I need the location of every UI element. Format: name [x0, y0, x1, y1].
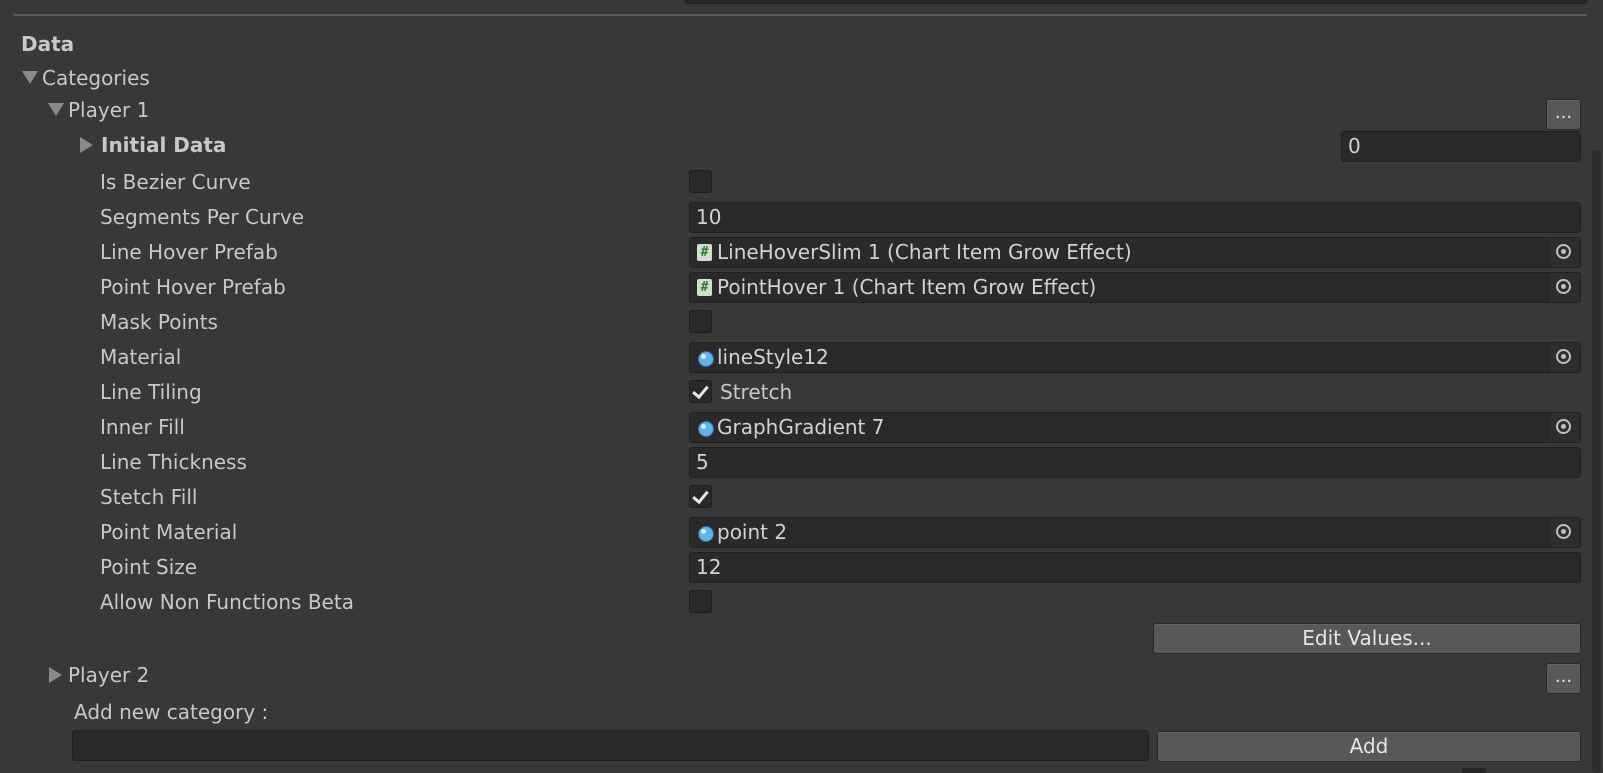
inner-fill-value: GraphGradient 7	[717, 415, 885, 439]
scrollbar-thumb[interactable]	[1592, 150, 1601, 773]
previous-field	[685, 0, 1587, 4]
line-tiling-value: Stretch	[720, 380, 793, 404]
inner-fill-label: Inner Fill	[100, 415, 185, 439]
allow-non-functions-beta-checkbox[interactable]	[689, 590, 712, 613]
material-icon	[698, 351, 714, 367]
point-hover-prefab-value: PointHover 1 (Chart Item Grow Effect)	[717, 275, 1097, 299]
section-separator	[14, 14, 1587, 16]
is-bezier-curve-label: Is Bezier Curve	[100, 170, 251, 194]
foldout-expanded-icon	[22, 71, 38, 84]
categories-label: Categories	[42, 66, 150, 90]
edit-values-button[interactable]: Edit Values...	[1153, 623, 1581, 654]
checkmark-icon	[692, 381, 709, 400]
initial-data-size-field[interactable]: 0	[1341, 131, 1581, 162]
line-tiling-label: Line Tiling	[100, 380, 202, 404]
allow-non-functions-beta-label: Allow Non Functions Beta	[100, 590, 354, 614]
object-picker-button[interactable]	[1548, 273, 1580, 302]
point-material-label: Point Material	[100, 520, 238, 544]
object-picker-button[interactable]	[1548, 238, 1580, 267]
add-new-category-label: Add new category :	[74, 700, 269, 724]
foldout-collapsed-icon	[80, 137, 93, 153]
new-category-input[interactable]	[72, 730, 1149, 761]
foldout-expanded-icon	[48, 103, 64, 116]
line-hover-prefab-label: Line Hover Prefab	[100, 240, 278, 264]
point-material-value: point 2	[717, 520, 788, 544]
line-thickness-field[interactable]: 5	[689, 447, 1581, 478]
segments-per-curve-field[interactable]: 10	[689, 202, 1581, 233]
player1-label: Player 1	[68, 98, 150, 122]
material-icon	[698, 526, 714, 542]
player2-menu-button[interactable]: ...	[1546, 663, 1581, 694]
checkmark-icon	[692, 486, 709, 505]
material-field[interactable]: lineStyle12	[689, 342, 1581, 373]
player2-label: Player 2	[68, 663, 150, 687]
mask-points-checkbox[interactable]	[689, 310, 712, 333]
line-hover-prefab-field[interactable]: # LineHoverSlim 1 (Chart Item Grow Effec…	[689, 237, 1581, 268]
player1-foldout[interactable]: Player 1	[46, 98, 176, 124]
line-thickness-label: Line Thickness	[100, 450, 247, 474]
line-hover-prefab-value: LineHoverSlim 1 (Chart Item Grow Effect)	[717, 240, 1132, 264]
categories-foldout[interactable]: Categories	[20, 66, 160, 92]
player2-foldout[interactable]: Player 2	[46, 663, 176, 689]
material-value: lineStyle12	[717, 345, 829, 369]
stetch-fill-label: Stetch Fill	[100, 485, 198, 509]
script-icon: #	[697, 279, 712, 296]
initial-data-foldout[interactable]: Initial Data	[78, 133, 238, 159]
point-material-field[interactable]: point 2	[689, 517, 1581, 548]
inner-fill-field[interactable]: GraphGradient 7	[689, 412, 1581, 443]
point-size-field[interactable]: 12	[689, 552, 1581, 583]
material-icon	[698, 421, 714, 437]
object-picker-button[interactable]	[1548, 413, 1580, 442]
line-tiling-checkbox[interactable]	[689, 380, 712, 403]
player1-menu-button[interactable]: ...	[1546, 99, 1581, 130]
mask-points-label: Mask Points	[100, 310, 218, 334]
object-picker-button[interactable]	[1548, 518, 1580, 547]
is-bezier-curve-checkbox[interactable]	[689, 170, 712, 193]
stetch-fill-checkbox[interactable]	[689, 485, 712, 508]
point-size-label: Point Size	[100, 555, 198, 579]
add-category-button[interactable]: Add	[1157, 731, 1581, 762]
next-field-edge	[1462, 768, 1486, 773]
point-hover-prefab-label: Point Hover Prefab	[100, 275, 286, 299]
object-picker-button[interactable]	[1548, 343, 1580, 372]
script-icon: #	[697, 244, 712, 261]
section-title: Data	[21, 32, 75, 56]
segments-per-curve-label: Segments Per Curve	[100, 205, 305, 229]
material-label: Material	[100, 345, 182, 369]
initial-data-label: Initial Data	[101, 133, 227, 157]
foldout-collapsed-icon	[49, 667, 62, 683]
point-hover-prefab-field[interactable]: # PointHover 1 (Chart Item Grow Effect)	[689, 272, 1581, 303]
